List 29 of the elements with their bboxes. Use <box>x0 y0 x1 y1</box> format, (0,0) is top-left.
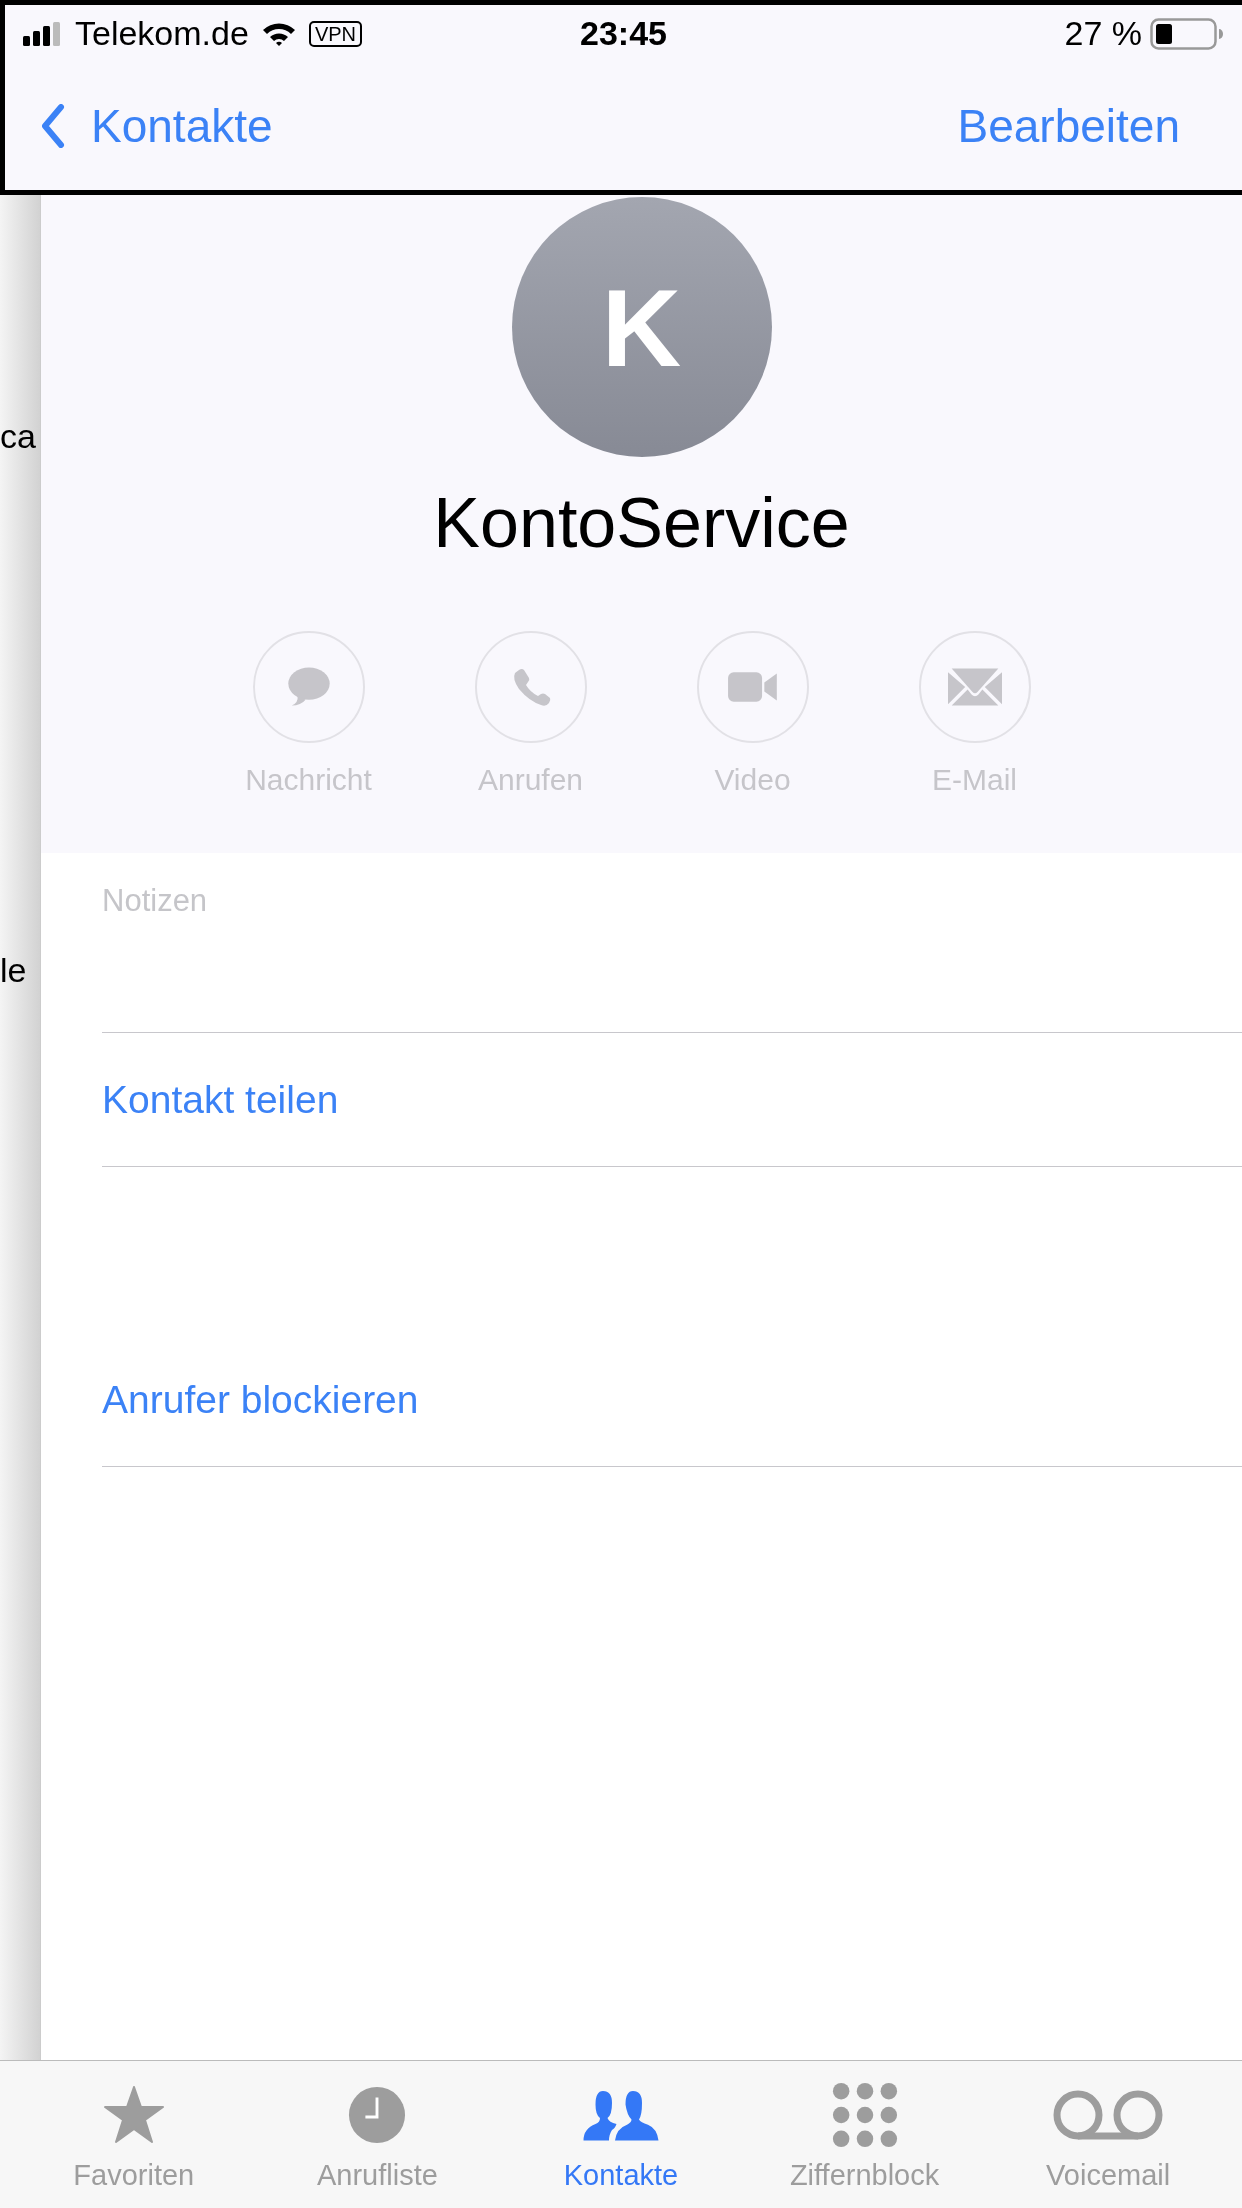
link[interactable]: Anrufer blockieren <box>102 1377 419 1422</box>
star-icon <box>103 2086 164 2144</box>
battery-percent: 27 % <box>1064 14 1142 53</box>
partial-text: le <box>0 951 28 990</box>
tab[interactable]: Ziffernblock <box>749 2061 980 2208</box>
clock-time: 23:45 <box>580 14 667 53</box>
edit-button[interactable]: Bearbeiten <box>957 99 1180 153</box>
back-chevron-icon <box>41 104 65 148</box>
speech-bubble-icon <box>285 666 332 708</box>
back-button[interactable]: Kontakte <box>41 99 273 153</box>
partial-text: ca <box>0 417 37 456</box>
keypad-icon <box>831 2082 898 2148</box>
battery-icon <box>1150 17 1224 50</box>
envelope-icon <box>947 668 1002 706</box>
voicemail-icon <box>1052 2089 1165 2141</box>
clock-icon <box>348 2086 407 2144</box>
tab[interactable]: Anrufliste <box>262 2061 493 2208</box>
vpn-badge: VPN <box>308 20 362 47</box>
notes-label: Notizen <box>102 883 208 918</box>
link[interactable]: Kontakt teilen <box>102 1077 339 1122</box>
avatar-initial: K <box>601 264 682 391</box>
contact-name: KontoService <box>433 483 850 563</box>
people-icon <box>582 2089 660 2141</box>
signal-icon <box>23 21 63 46</box>
carrier-name: Telekom.de <box>75 14 249 53</box>
tab[interactable]: Favoriten <box>18 2061 249 2208</box>
tab[interactable]: Voicemail <box>993 2061 1224 2208</box>
video-camera-icon <box>727 670 778 704</box>
tab[interactable]: Kontakte <box>506 2061 736 2208</box>
